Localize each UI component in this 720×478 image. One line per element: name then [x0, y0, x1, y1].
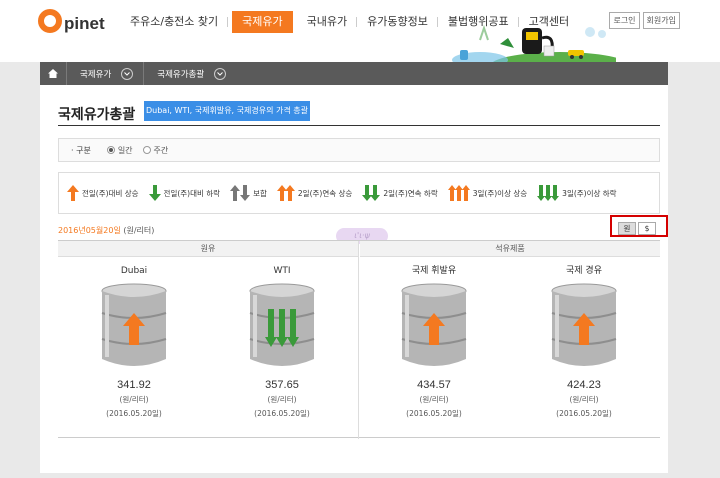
price-date: (2016.05.20일) [556, 409, 612, 418]
barrel-up-icon [101, 283, 167, 366]
nav-price-trend[interactable]: 유가동향정보 [357, 11, 438, 33]
price-value: 434.57 [417, 379, 451, 391]
trend-legend: 전일(주)대비 상승 전일(주)대비 하락 보합 2일(주)연속 상승 2일(주… [58, 172, 660, 214]
legend-item: 전일(주)대비 하락 [148, 185, 221, 201]
legend-item: 2일(주)연속 하락 [362, 185, 438, 201]
breadcrumb-level1[interactable]: 국제유가 [66, 62, 143, 85]
legend-label: 전일(주)대비 하락 [163, 188, 221, 198]
util-menu: 로그인 회원가입 [609, 12, 680, 29]
opinet-logo[interactable]: pinet [38, 9, 105, 33]
double-down-green-icon [362, 185, 381, 201]
breadcrumb: 국제유가 국제유가총괄 [40, 62, 668, 85]
arrow-up-orange-icon [67, 185, 79, 201]
header-illustration [452, 24, 616, 64]
price-value: 341.92 [117, 379, 151, 391]
price-unit: (원/리터) [569, 395, 599, 404]
reference-unit: (원/리터) [123, 226, 155, 235]
logo-o-mark [38, 9, 62, 33]
barrel-up-icon [551, 283, 617, 366]
price-panel: 원유 석유제품 Dubai 341.92 (원/리터) (2016.05.20일… [58, 240, 660, 439]
page-subtitle: Dubai, WTI, 국제휘발유, 국제경유의 가격 총괄 [144, 101, 310, 121]
legend-label: 보합 [253, 188, 267, 198]
group-product-header: 석유제품 [360, 241, 660, 257]
period-option-box: · 구분 일간 주간 [58, 138, 660, 162]
group-divider [358, 241, 359, 439]
price-unit: (원/리터) [419, 395, 449, 404]
nav-domestic-oil-price[interactable]: 국내유가 [297, 11, 358, 33]
legend-item: 2일(주)연속 상승 [276, 185, 353, 201]
breadcrumb-level1-label: 국제유가 [80, 69, 112, 80]
group-crude-header: 원유 [58, 241, 358, 257]
price-value: 357.65 [265, 379, 299, 391]
legend-label: 3일(주)이상 상승 [472, 188, 528, 198]
price-card-wti: WTI 357.65 (원/리터) (2016.05.20일) [232, 265, 332, 419]
double-up-orange-icon [276, 185, 295, 201]
price-card-name: WTI [273, 266, 291, 276]
breadcrumb-level2[interactable]: 국제유가총괄 [143, 62, 236, 85]
red-highlight-box [610, 215, 668, 237]
chevron-down-icon[interactable] [214, 67, 227, 80]
price-card-name: Dubai [120, 266, 148, 276]
home-icon[interactable] [40, 62, 66, 85]
legend-item: 보합 [230, 185, 267, 201]
triple-up-orange-icon [447, 185, 470, 201]
price-card-intl-gasoline: 국제 휘발유 434.57 (원/리터) (2016.05.20일) [384, 265, 484, 419]
price-date: (2016.05.20일) [254, 409, 310, 418]
radio-daily[interactable] [106, 146, 115, 154]
price-value: 424.23 [567, 379, 601, 391]
flat-gray-icon [230, 185, 251, 201]
reference-date: 2016년05월20일 (원/리터) [58, 225, 154, 236]
price-card-name: 국제 경유 [566, 266, 602, 276]
triple-down-green-icon [537, 185, 560, 201]
date-row: 2016년05월20일 (원/리터) ι'ι·ψ 원 $ [58, 222, 660, 244]
chevron-down-icon[interactable] [121, 67, 134, 80]
price-card-dubai: Dubai 341.92 (원/리터) (2016.05.20일) [84, 265, 184, 419]
title-row: 국제유가총괄 Dubai, WTI, 국제휘발유, 국제경유의 가격 총괄 [58, 101, 660, 126]
nav-station-search[interactable]: 주유소/충전소 찾기 [120, 11, 229, 33]
radio-daily-label[interactable]: 일간 [118, 145, 133, 156]
legend-item: 3일(주)이상 하락 [537, 185, 617, 201]
period-label: · 구분 [71, 145, 91, 155]
radio-weekly[interactable] [142, 146, 151, 154]
legend-label: 전일(주)대비 상승 [82, 188, 139, 198]
content-area: 국제유가총괄 Dubai, WTI, 국제휘발유, 국제경유의 가격 총괄 · … [40, 85, 668, 473]
legend-label: 3일(주)이상 하락 [562, 188, 617, 198]
price-date: (2016.05.20일) [406, 409, 462, 418]
legend-item: 전일(주)대비 상승 [67, 185, 139, 201]
price-unit: (원/리터) [119, 395, 149, 404]
price-unit: (원/리터) [267, 395, 297, 404]
legend-label: 2일(주)연속 하락 [383, 188, 438, 198]
site-header: pinet 주유소/충전소 찾기 국제유가 국내유가 유가동향정보 불법행위공표… [0, 0, 720, 64]
price-date: (2016.05.20일) [106, 409, 162, 418]
price-card-intl-diesel: 국제 경유 424.23 (원/리터) (2016.05.20일) [534, 265, 634, 419]
barrel-triple-down-icon [249, 283, 315, 366]
legend-label: 2일(주)연속 상승 [297, 188, 353, 198]
arrow-down-green-icon [148, 185, 161, 201]
legend-item: 3일(주)이상 상승 [447, 185, 528, 201]
reference-date-value: 2016년05월20일 [58, 226, 121, 235]
barrel-up-icon [401, 283, 467, 366]
page-title: 국제유가총괄 [58, 107, 136, 123]
signup-button[interactable]: 회원가입 [642, 12, 680, 29]
breadcrumb-level2-label: 국제유가총괄 [157, 69, 205, 80]
nav-intl-oil-price[interactable]: 국제유가 [232, 11, 293, 33]
radio-weekly-label[interactable]: 주간 [154, 145, 169, 156]
logo-text: pinet [64, 14, 105, 33]
price-card-name: 국제 휘발유 [411, 266, 457, 276]
